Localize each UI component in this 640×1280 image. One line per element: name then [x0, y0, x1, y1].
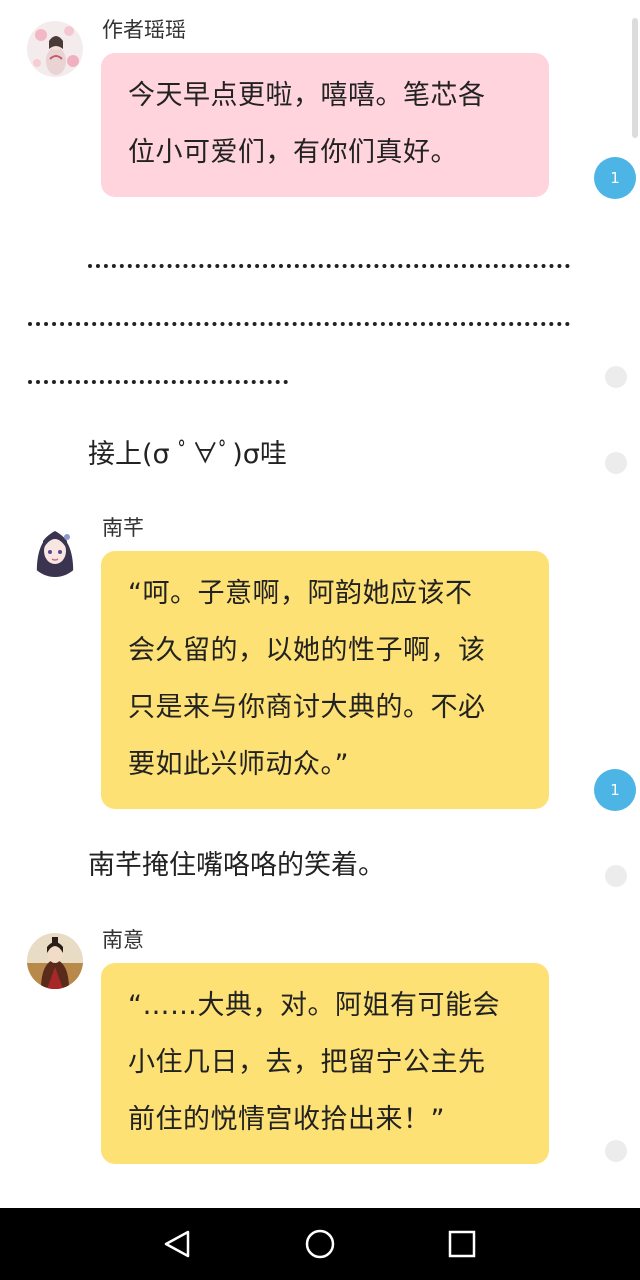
scrollbar[interactable] [632, 18, 638, 138]
paragraph-comment-count-badge[interactable]: 1 [594, 157, 636, 199]
bubble-line: 今天早点更啦，嘻嘻。笔芯各 [128, 80, 486, 111]
paragraph-comment-button[interactable] [605, 366, 627, 388]
character-dialogue-bubble[interactable]: “……大典，对。阿姐有可能会 小住几日，去，把留宁公主先 前住的悦情宫收拾出来！… [101, 963, 549, 1164]
character-avatar-nanyi[interactable] [27, 933, 83, 989]
paragraph-comment-button[interactable] [605, 452, 627, 474]
bubble-line: “……大典，对。阿姐有可能会 [128, 990, 500, 1021]
narration-text: 南芊掩住嘴咯咯的笑着。 [88, 850, 385, 881]
narration-text: 接上(σ ﾟ∀ﾟ)σ哇 [88, 439, 287, 470]
recents-square-icon[interactable] [442, 1224, 482, 1264]
ellipsis-line [28, 364, 288, 384]
story-reader-screen: 作者瑶瑶 今天早点更啦，嘻嘻。笔芯各 位小可爱们，有你们真好。 1 接上(σ ﾟ… [0, 0, 640, 1280]
bubble-line: 会久留的，以她的性子啊，该 [128, 635, 486, 666]
system-navigation-bar [0, 1208, 640, 1280]
bubble-line: 小住几日，去，把留宁公主先 [128, 1047, 486, 1078]
back-triangle-icon[interactable] [158, 1224, 198, 1264]
bubble-line: “呵。子意啊，阿韵她应该不 [128, 578, 473, 609]
character-avatar-nanqian[interactable] [27, 521, 83, 577]
bubble-line: 只是来与你商讨大典的。不必 [128, 692, 486, 723]
author-note-bubble[interactable]: 今天早点更啦，嘻嘻。笔芯各 位小可爱们，有你们真好。 [101, 53, 549, 197]
ellipsis-line [28, 306, 570, 326]
chat-story-feed[interactable]: 作者瑶瑶 今天早点更啦，嘻嘻。笔芯各 位小可爱们，有你们真好。 1 接上(σ ﾟ… [0, 0, 640, 1208]
ellipsis-line [88, 248, 570, 268]
paragraph-comment-button[interactable] [605, 865, 627, 887]
paragraph-comment-count-badge[interactable]: 1 [594, 769, 636, 811]
speaker-name: 作者瑶瑶 [102, 18, 186, 42]
author-avatar[interactable] [27, 21, 83, 77]
paragraph-comment-button[interactable] [605, 1140, 627, 1162]
character-dialogue-bubble[interactable]: “呵。子意啊，阿韵她应该不 会久留的，以她的性子啊，该 只是来与你商讨大典的。不… [101, 551, 549, 809]
speaker-name: 南芊 [102, 516, 144, 540]
home-circle-icon[interactable] [300, 1224, 340, 1264]
speaker-name: 南意 [102, 928, 144, 952]
bubble-line: 要如此兴师动众。” [128, 749, 349, 780]
bubble-line: 位小可爱们，有你们真好。 [128, 137, 458, 168]
bubble-line: 前住的悦情宫收拾出来！” [128, 1104, 445, 1135]
